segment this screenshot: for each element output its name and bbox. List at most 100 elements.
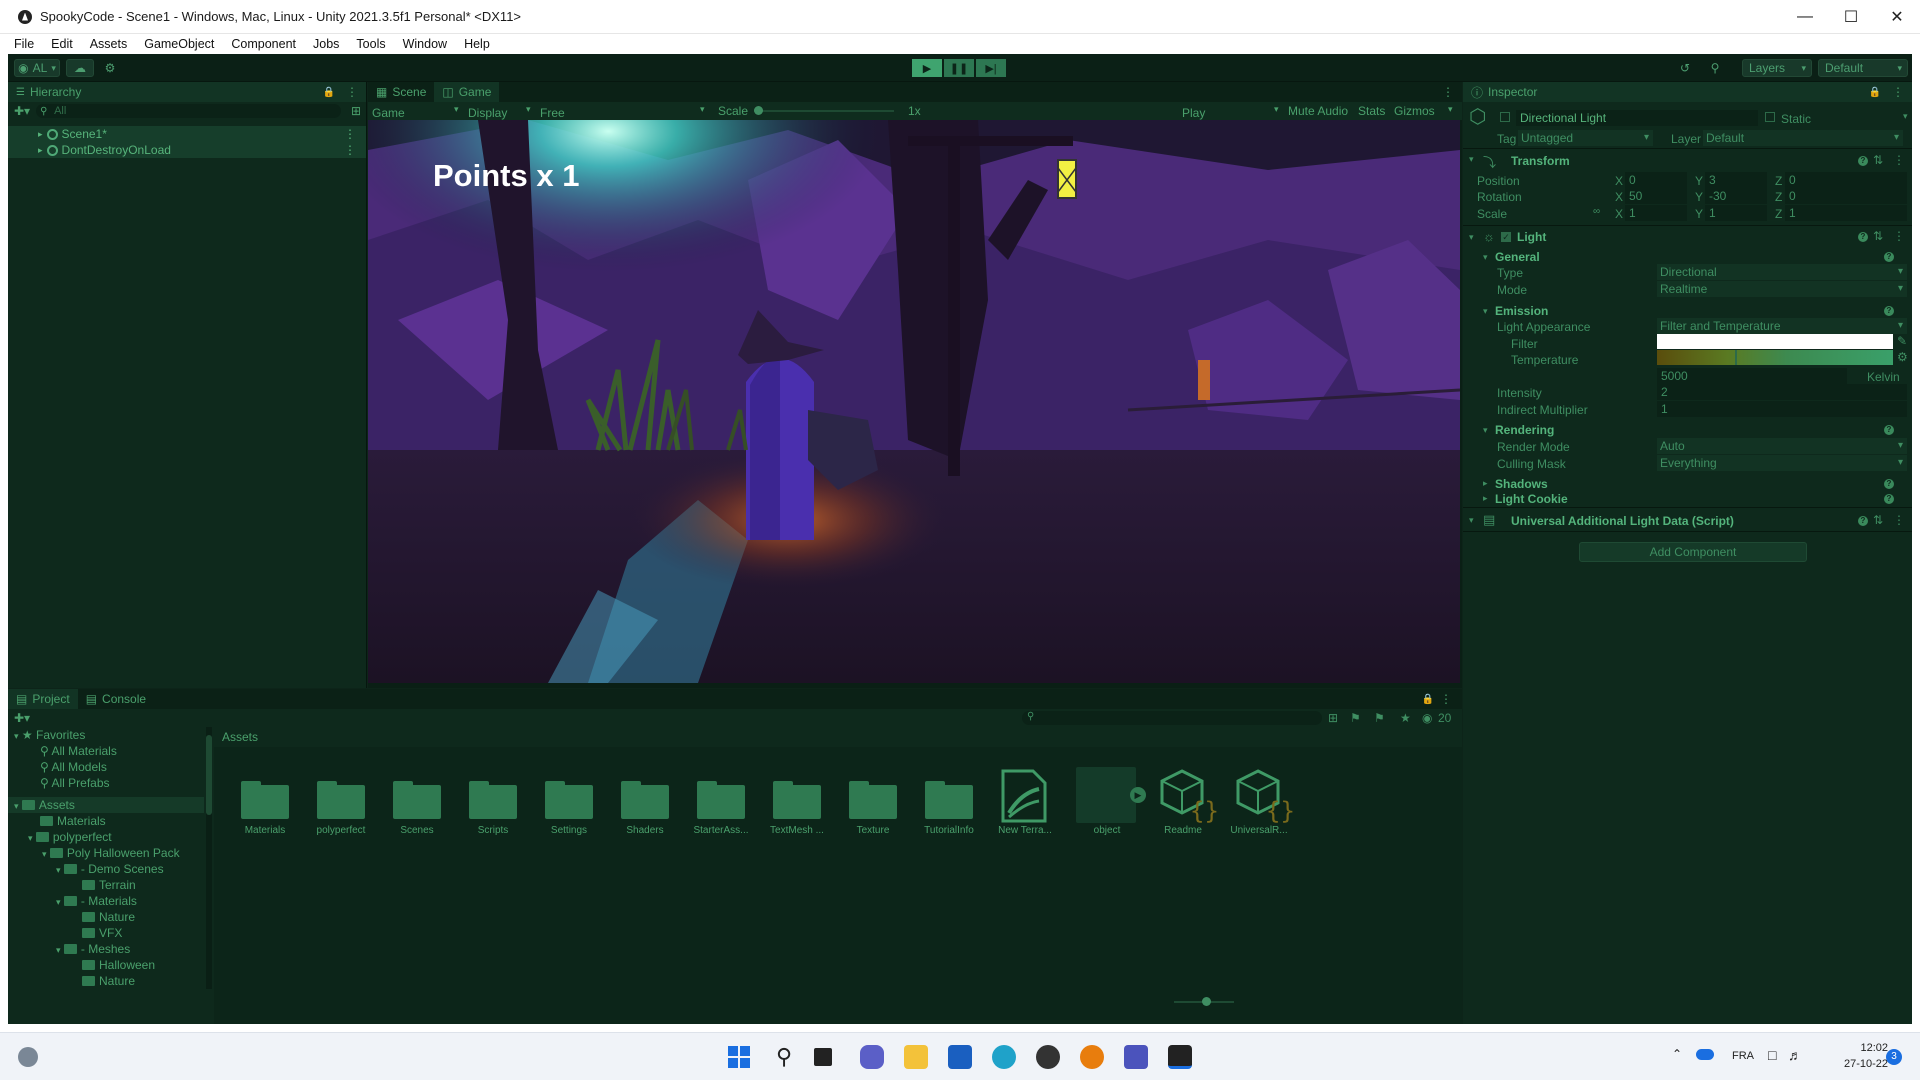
collab-button[interactable]: ⚙	[98, 59, 122, 77]
unity-editor-icon[interactable]	[1168, 1045, 1192, 1069]
asset-folder-scripts[interactable]	[469, 779, 517, 819]
light-appearance-dropdown[interactable]: Filter and Temperature	[1657, 318, 1907, 334]
expand-arrow-icon[interactable]: ▸	[1483, 478, 1488, 489]
hierarchy-search-input[interactable]: ⚲ All	[36, 104, 341, 118]
render-mode-dropdown[interactable]: Auto	[1657, 438, 1907, 454]
tree-item-assets[interactable]: ▾ Assets	[8, 797, 204, 813]
breadcrumb[interactable]: Assets	[214, 727, 1462, 747]
menu-file[interactable]: File	[14, 37, 34, 51]
chevron-down-icon[interactable]: ▾	[1903, 111, 1908, 122]
chevron-up-icon[interactable]: ⌃	[1672, 1047, 1682, 1061]
widgets-icon[interactable]	[18, 1047, 38, 1067]
help-icon[interactable]: ?	[1884, 479, 1894, 489]
project-search-input[interactable]: ⚲	[1022, 711, 1322, 725]
eyedropper-icon[interactable]: ✎	[1897, 334, 1907, 348]
asset-folder-scenes[interactable]	[393, 779, 441, 819]
preset-icon[interactable]: ⇅	[1873, 513, 1883, 527]
position-z-field[interactable]: 0	[1785, 172, 1907, 188]
mute-audio-toggle[interactable]: Mute Audio	[1288, 104, 1348, 118]
clock-date[interactable]: 27-10-22	[1828, 1058, 1888, 1070]
asset-folder-polyperfect[interactable]	[317, 779, 365, 819]
asset-folder-textmesh[interactable]	[773, 779, 821, 819]
tree-scrollbar-thumb[interactable]	[206, 735, 212, 815]
language-indicator[interactable]: FRA	[1732, 1050, 1754, 1062]
position-y-field[interactable]: 3	[1705, 172, 1767, 188]
icon-size-slider-handle[interactable]	[1202, 997, 1211, 1006]
collapse-arrow-icon[interactable]: ▾	[1483, 252, 1488, 263]
object-name-field[interactable]: Directional Light	[1516, 110, 1758, 126]
add-icon[interactable]: ✚▾	[14, 711, 30, 725]
favorite-all-materials[interactable]: ⚲ All Materials	[40, 743, 117, 759]
menu-gameobject[interactable]: GameObject	[144, 37, 214, 51]
collapse-arrow-icon[interactable]: ▾	[1483, 306, 1488, 317]
general-section-header[interactable]: General	[1495, 250, 1540, 264]
collapse-arrow-icon[interactable]: ▾	[1469, 154, 1474, 165]
script-asset-icon[interactable]: {}	[1236, 767, 1295, 825]
tree-item-demo-scenes[interactable]: ▾ - Demo Scenes	[56, 861, 164, 877]
scene-visibility-icon[interactable]: ⊞	[351, 104, 361, 118]
collapse-arrow-icon[interactable]: ▸	[38, 145, 43, 156]
chat-icon[interactable]	[860, 1045, 884, 1069]
type-dropdown[interactable]: Directional	[1657, 264, 1907, 280]
tree-item-terrain[interactable]: Terrain	[82, 877, 136, 893]
search-by-label-icon[interactable]: ⚑	[1350, 711, 1361, 725]
menu-assets[interactable]: Assets	[90, 37, 128, 51]
search-button[interactable]: ⚲	[1702, 59, 1728, 77]
volume-icon[interactable]: ♬	[1788, 1047, 1802, 1063]
maximize-button[interactable]: ☐	[1828, 0, 1874, 34]
notification-badge[interactable]: 3	[1886, 1049, 1902, 1065]
favorite-all-models[interactable]: ⚲ All Models	[40, 759, 107, 775]
task-view-icon[interactable]	[814, 1048, 832, 1066]
kebab-menu-icon[interactable]: ⋮	[1440, 692, 1452, 706]
transform-header[interactable]: Transform	[1511, 154, 1570, 168]
tree-item-vfx[interactable]: VFX	[82, 925, 122, 941]
script-asset-icon[interactable]: {}	[1160, 767, 1219, 825]
preset-icon[interactable]: ⇅	[1873, 229, 1883, 243]
kebab-menu-icon[interactable]: ⋮	[1442, 85, 1454, 99]
help-icon[interactable]: ?	[1858, 156, 1868, 166]
tree-item-meshes[interactable]: ▾ - Meshes	[56, 941, 130, 957]
emission-section-header[interactable]: Emission	[1495, 304, 1548, 318]
collapse-arrow-icon[interactable]: ▸	[38, 129, 43, 140]
scale-slider-handle[interactable]	[754, 106, 763, 115]
temperature-slider[interactable]	[1657, 350, 1893, 365]
tab-scene[interactable]: ▦ Scene	[368, 82, 434, 102]
tab-console[interactable]: ▤ Console	[78, 689, 154, 709]
add-component-button[interactable]: Add Component	[1579, 542, 1807, 562]
tab-hierarchy[interactable]: ☰ Hierarchy 🔒 ⋮	[8, 82, 366, 102]
lock-icon[interactable]: 🔒	[323, 87, 335, 98]
lock-icon[interactable]: 🔒	[1422, 694, 1434, 705]
start-icon[interactable]	[727, 1045, 751, 1069]
settings-icon[interactable]: ⚙	[1897, 350, 1908, 364]
kebab-menu-icon[interactable]: ⋮	[346, 85, 358, 99]
hidden-packages-icon[interactable]: ◉	[1422, 711, 1432, 725]
network-icon[interactable]: □	[1768, 1047, 1776, 1063]
layout-dropdown[interactable]: Default ▾	[1818, 59, 1908, 77]
hierarchy-item-dontdestroyonload[interactable]: ▸ DontDestroyOnLoad ⋮	[8, 142, 366, 158]
history-button[interactable]: ↺	[1672, 59, 1698, 77]
asset-folder-settings[interactable]	[545, 779, 593, 819]
tab-inspector[interactable]: ⓘ Inspector 🔒 ⋮	[1463, 82, 1912, 102]
asset-folder-texture[interactable]	[849, 779, 897, 819]
expand-prefab-icon[interactable]: ▶	[1130, 787, 1146, 803]
collapse-arrow-icon[interactable]: ▾	[1483, 425, 1488, 436]
help-icon[interactable]: ?	[1884, 425, 1894, 435]
preset-icon[interactable]: ⇅	[1873, 153, 1883, 167]
prefab-asset-preview[interactable]: ▶	[1076, 767, 1146, 823]
edge-icon[interactable]	[992, 1045, 1016, 1069]
rotation-y-field[interactable]: -30	[1705, 188, 1767, 204]
play-button[interactable]: ▶	[912, 59, 942, 77]
tag-icon[interactable]: ⚑	[1374, 711, 1385, 725]
tree-item-nature-meshes[interactable]: Nature	[82, 973, 135, 989]
game-viewport[interactable]: Points x 1	[368, 120, 1460, 683]
light-enabled-checkbox[interactable]: ✓	[1501, 232, 1511, 242]
layers-dropdown[interactable]: Layers ▾	[1742, 59, 1812, 77]
filter-color-field[interactable]	[1657, 334, 1893, 349]
blender-icon[interactable]	[1080, 1045, 1104, 1069]
tree-item-materials-sub[interactable]: ▾ - Materials	[56, 893, 137, 909]
stats-toggle[interactable]: Stats	[1358, 104, 1385, 118]
search-by-type-icon[interactable]: ⊞	[1328, 711, 1338, 725]
urp-light-data-header[interactable]: Universal Additional Light Data (Script)	[1511, 514, 1734, 528]
asset-folder-shaders[interactable]	[621, 779, 669, 819]
star-icon[interactable]: ★	[1400, 711, 1411, 725]
